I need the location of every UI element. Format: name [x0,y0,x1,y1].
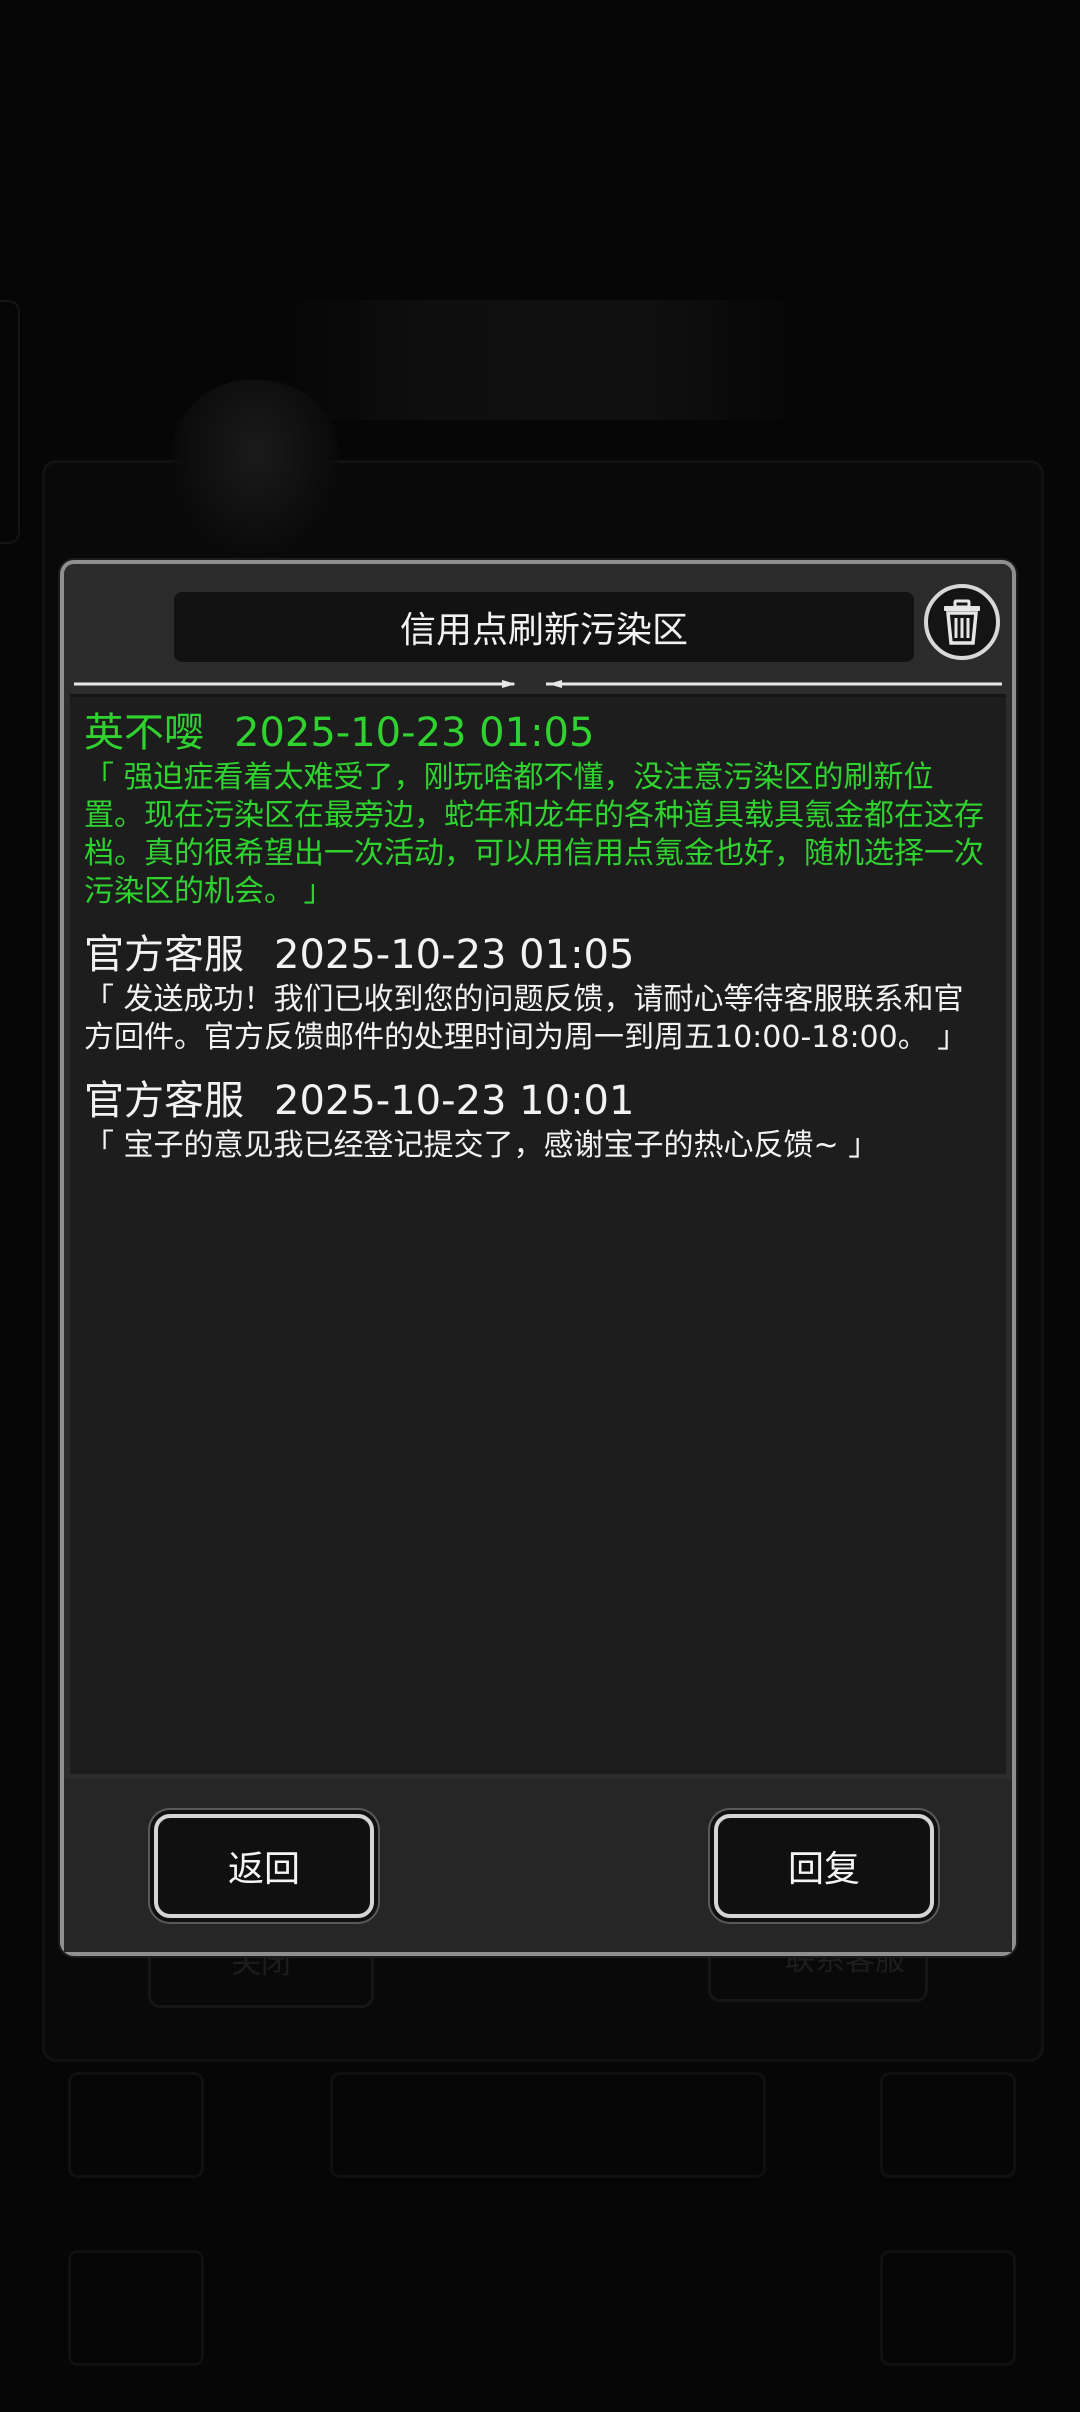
background-tile [330,2072,766,2178]
background-tile [68,2072,204,2178]
message-header: 官方客服 2025-10-23 10:01 [84,1075,992,1127]
message-time: 2025-10-23 01:05 [274,932,635,978]
sender-name: 官方客服 [84,932,244,978]
message-item: 英不嘤 2025-10-23 01:05 「 强迫症看着太难受了，刚玩啥都不懂，没… [84,707,992,911]
dialog-footer: 返回 回复 [64,1779,1012,1952]
background-portrait [170,380,340,560]
background-tile [880,2072,1016,2178]
message-text: 「 宝子的意见我已经登记提交了，感谢宝子的热心反馈~ 」 [84,1128,879,1163]
background-title-art [280,300,800,420]
message-time: 2025-10-23 10:01 [274,1078,635,1124]
feedback-dialog: 信用点刷新污染区 英不嘤 2025-10-23 01:05 「 强迫症看着太难受了… [60,560,1016,1956]
message-text: 「 发送成功！我们已收到您的问题反馈，请耐心等待客服联系和官方回件。官方反馈邮件… [84,982,968,1055]
message-text: 「 强迫症看着太难受了，刚玩啥都不懂，没注意污染区的刷新位置。现在污染区在最旁边… [84,760,984,909]
message-time: 2025-10-23 01:05 [234,710,595,756]
reply-button[interactable]: 回复 [714,1814,934,1918]
background-tile [68,2250,204,2366]
message-item: 官方客服 2025-10-23 01:05 「 发送成功！我们已收到您的问题反馈，… [84,929,992,1057]
background-tile [880,2250,1016,2366]
ornament-divider [74,680,1002,688]
dialog-title: 信用点刷新污染区 [174,592,914,662]
trash-icon [944,599,980,645]
message-header: 英不嘤 2025-10-23 01:05 [84,707,992,759]
sender-name: 官方客服 [84,1078,244,1124]
message-header: 官方客服 2025-10-23 01:05 [84,929,992,981]
sender-name: 英不嘤 [84,710,204,756]
message-list[interactable]: 英不嘤 2025-10-23 01:05 「 强迫症看着太难受了，刚玩啥都不懂，没… [70,694,1006,1774]
side-edge-tab [0,300,20,544]
delete-button[interactable] [924,584,1000,660]
message-item: 官方客服 2025-10-23 10:01 「 宝子的意见我已经登记提交了，感谢宝… [84,1075,992,1165]
back-button[interactable]: 返回 [154,1814,374,1918]
